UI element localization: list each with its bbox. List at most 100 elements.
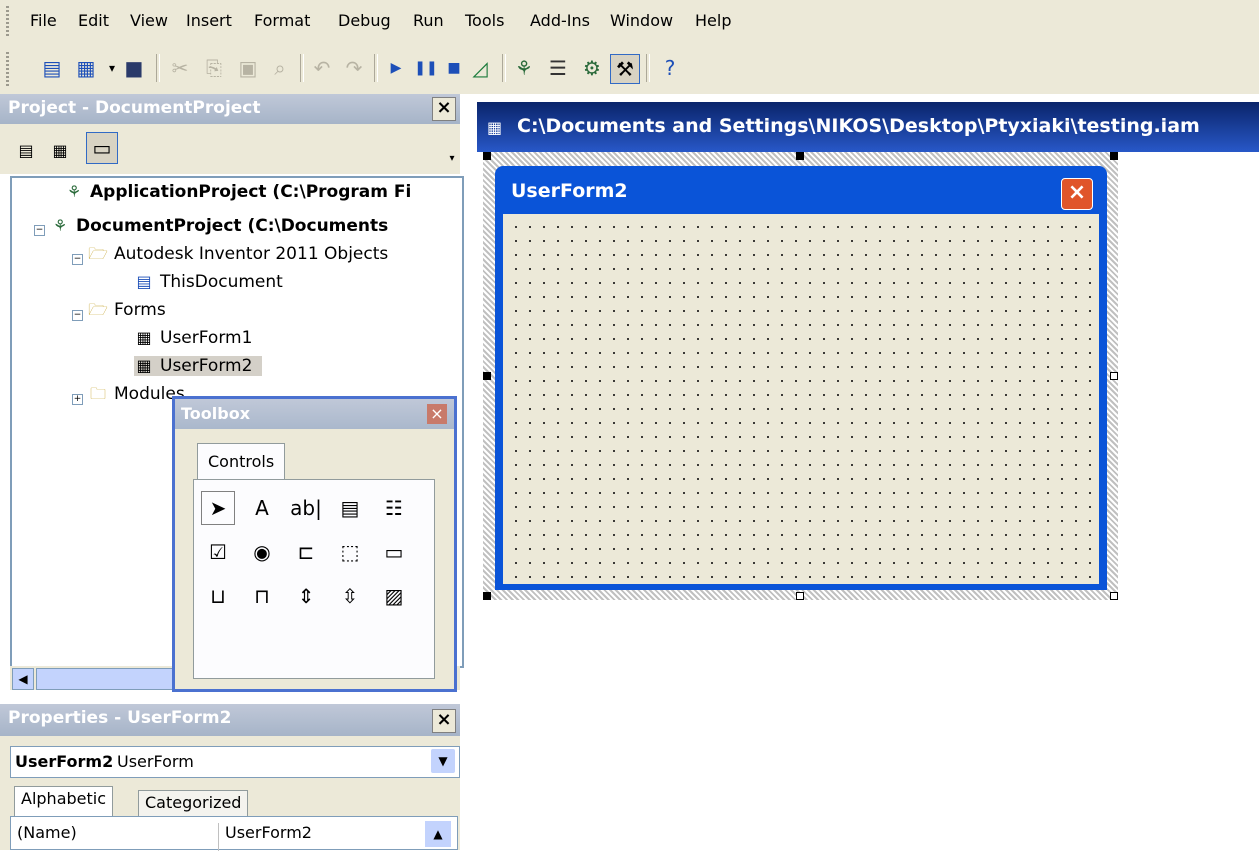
scrollbar-tool[interactable]: ⇕	[289, 579, 323, 613]
collapse-icon[interactable]: −	[72, 254, 83, 265]
project-explorer-titlebar[interactable]: Project - DocumentProject ×	[0, 94, 460, 124]
multipage-tool[interactable]: ⊓	[245, 579, 279, 613]
design-mode-icon[interactable]: ◿	[466, 54, 494, 82]
menu-debug[interactable]: Debug	[338, 11, 391, 30]
project-explorer-icon[interactable]: ⚘	[510, 54, 538, 82]
scroll-left-icon[interactable]: ◀	[12, 668, 34, 690]
property-value-cell[interactable]: UserForm2	[225, 823, 312, 842]
combobox-tool[interactable]: ▤	[333, 491, 367, 525]
tree-item-userform2[interactable]: ▦ UserForm2	[134, 356, 263, 376]
userform-window[interactable]: UserForm2 ×	[495, 166, 1107, 590]
designer-titlebar[interactable]: ▦ C:\Documents and Settings\NIKOS\Deskto…	[477, 102, 1259, 152]
checkbox-tool[interactable]: ☑	[201, 535, 235, 569]
resize-handle[interactable]	[1110, 592, 1118, 600]
optionbutton-tool[interactable]: ◉	[245, 535, 279, 569]
togglebutton-tool[interactable]: ⊏	[289, 535, 323, 569]
resize-handle[interactable]	[483, 592, 491, 600]
save-icon[interactable]: ■	[120, 54, 148, 82]
tree-item-forms[interactable]: 🗁 Forms	[88, 300, 166, 320]
menu-help[interactable]: Help	[695, 11, 731, 30]
project-explorer-toolbar: ▤ ▦ ▭ ▾	[0, 124, 460, 174]
paste-icon[interactable]: ▣	[234, 54, 262, 82]
menu-view[interactable]: View	[130, 11, 168, 30]
reset-icon[interactable]: ■	[440, 54, 468, 82]
tab-categorized[interactable]: Categorized	[138, 790, 249, 816]
chevron-down-icon[interactable]: ▾	[438, 144, 466, 172]
properties-titlebar[interactable]: Properties - UserForm2 ×	[0, 704, 460, 736]
insert-userform-icon[interactable]: ▦	[72, 54, 100, 82]
view-object-icon[interactable]: ▦	[46, 136, 74, 164]
object-browser-icon[interactable]: ⚙	[578, 54, 606, 82]
collapse-icon[interactable]: −	[72, 310, 83, 321]
view-object-icon[interactable]: ▤	[38, 54, 66, 82]
userform-canvas[interactable]	[503, 214, 1099, 584]
frame-tool[interactable]: ⬚	[333, 535, 367, 569]
property-name-cell[interactable]: (Name)	[11, 823, 219, 851]
tree-item-thisdocument[interactable]: ▤ ThisDocument	[134, 272, 282, 292]
close-icon[interactable]: ×	[427, 404, 447, 424]
scroll-thumb[interactable]	[36, 668, 178, 690]
menu-insert[interactable]: Insert	[186, 11, 232, 30]
tree-item-label: UserForm2	[160, 356, 253, 376]
tree-item-modules[interactable]: 🗀 Modules	[88, 384, 185, 404]
menu-format[interactable]: Format	[254, 11, 310, 30]
resize-handle[interactable]	[483, 372, 491, 380]
resize-handle[interactable]	[796, 152, 804, 160]
spinbutton-tool[interactable]: ⇳	[333, 579, 367, 613]
folder-open-icon: 🗁	[88, 300, 108, 319]
resize-handle[interactable]	[483, 152, 491, 160]
toolbox-icon[interactable]: ⚒	[610, 54, 640, 84]
userform-icon: ▦	[136, 356, 152, 375]
tree-item-documentproject[interactable]: ⚘ DocumentProject (C:\Documents	[50, 216, 388, 236]
project-explorer-title: Project - DocumentProject	[8, 98, 261, 118]
tab-alphabetic[interactable]: Alphabetic	[14, 786, 114, 816]
tree-item-applicationproject[interactable]: ⚘ ApplicationProject (C:\Program Fi	[64, 182, 411, 202]
menu-file[interactable]: File	[30, 11, 57, 30]
close-icon[interactable]: ×	[432, 97, 456, 121]
collapse-icon[interactable]: −	[34, 225, 45, 236]
find-icon[interactable]: ⌕	[266, 54, 294, 82]
userform-titlebar[interactable]: UserForm2 ×	[495, 166, 1107, 212]
tabstrip-tool[interactable]: ⊔	[201, 579, 235, 613]
run-icon[interactable]: ▶	[382, 54, 410, 82]
menu-grip[interactable]	[6, 6, 9, 38]
view-code-icon[interactable]: ▤	[12, 136, 40, 164]
resize-handle[interactable]	[1110, 152, 1118, 160]
standard-toolbar: ▤ ▦ ▾ ■ ✂ ⎘ ▣ ⌕ ↶ ↷ ▶ ❚❚ ■ ◿ ⚘ ☰ ⚙ ⚒ ?	[0, 44, 1259, 94]
userform-icon: ▦	[136, 328, 152, 347]
chevron-down-icon[interactable]: ▼	[431, 749, 455, 773]
toggle-folders-icon[interactable]: ▭	[86, 132, 118, 164]
object-selector[interactable]: UserForm2 UserForm ▼	[10, 746, 460, 778]
tree-item-label: Autodesk Inventor 2011 Objects	[114, 244, 389, 264]
label-tool[interactable]: A	[245, 491, 279, 525]
redo-icon[interactable]: ↷	[340, 54, 368, 82]
resize-handle[interactable]	[796, 592, 804, 600]
tab-controls[interactable]: Controls	[197, 443, 286, 479]
close-icon[interactable]: ×	[1061, 178, 1093, 210]
break-icon[interactable]: ❚❚	[412, 54, 440, 82]
commandbutton-tool[interactable]: ▭	[377, 535, 411, 569]
tree-item-userform1[interactable]: ▦ UserForm1	[134, 328, 252, 348]
toolbar-separator	[300, 54, 304, 82]
help-icon[interactable]: ?	[656, 54, 684, 82]
scroll-up-icon[interactable]: ▲	[425, 821, 451, 847]
close-icon[interactable]: ×	[432, 709, 456, 733]
tree-item-inventor-objects[interactable]: 🗁 Autodesk Inventor 2011 Objects	[88, 244, 388, 264]
textbox-tool[interactable]: ab|	[289, 491, 323, 525]
menu-edit[interactable]: Edit	[78, 11, 109, 30]
listbox-tool[interactable]: ☷	[377, 491, 411, 525]
pointer-tool[interactable]: ➤	[201, 491, 235, 525]
menu-tools[interactable]: Tools	[465, 11, 504, 30]
toolbox-titlebar[interactable]: Toolbox ×	[175, 399, 454, 429]
menu-run[interactable]: Run	[413, 11, 444, 30]
resize-handle[interactable]	[1110, 372, 1118, 380]
cut-icon[interactable]: ✂	[166, 54, 194, 82]
undo-icon[interactable]: ↶	[308, 54, 336, 82]
menu-window[interactable]: Window	[610, 11, 673, 30]
expand-icon[interactable]: +	[72, 394, 83, 405]
image-tool[interactable]: ▨	[377, 579, 411, 613]
menu-addins[interactable]: Add-Ins	[530, 11, 590, 30]
copy-icon[interactable]: ⎘	[200, 54, 228, 82]
toolbar-grip[interactable]	[6, 52, 9, 86]
properties-window-icon[interactable]: ☰	[544, 54, 572, 82]
